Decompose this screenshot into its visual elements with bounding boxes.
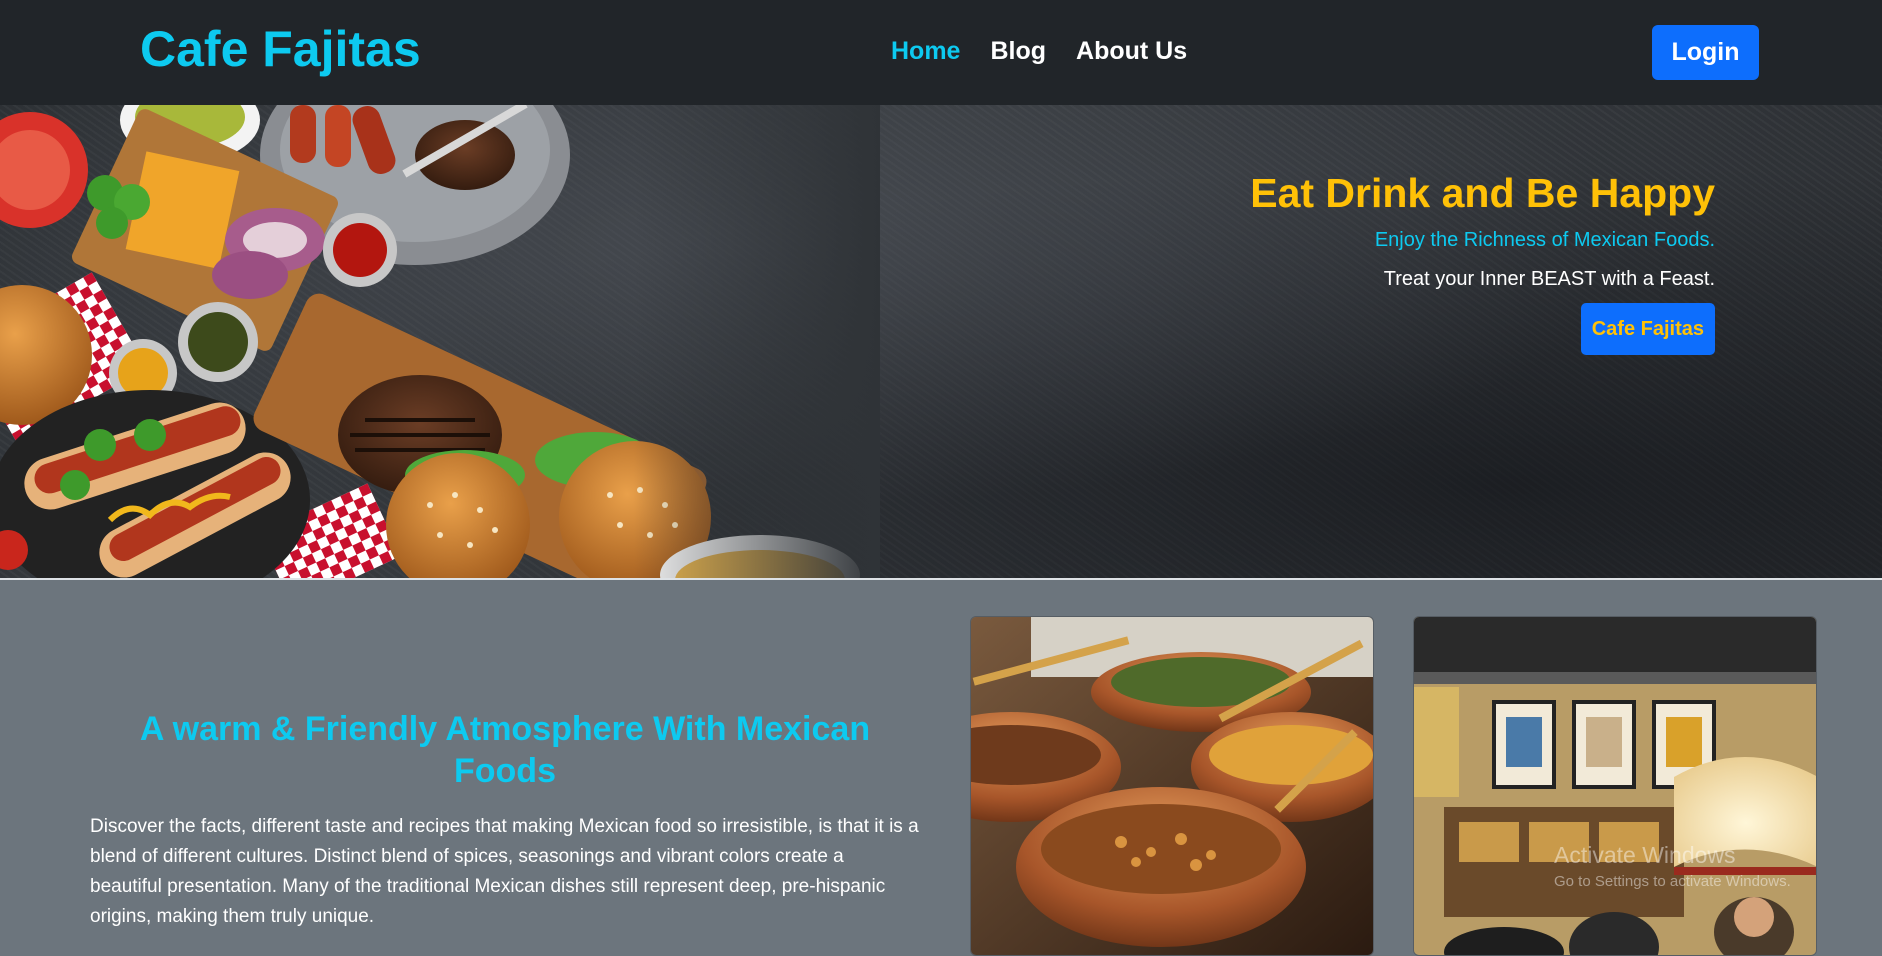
about-text: Discover the facts, different taste and … bbox=[90, 816, 919, 927]
brand-logo[interactable]: Cafe Fajitas bbox=[140, 20, 421, 78]
food-image-card bbox=[970, 616, 1374, 956]
hero-banner: Eat Drink and Be Happy Enjoy the Richnes… bbox=[0, 105, 1882, 580]
hero-tagline: Treat your Inner BEAST with a Feast. bbox=[1383, 268, 1715, 290]
login-button[interactable]: Login bbox=[1652, 25, 1759, 80]
hero-title: Eat Drink and Be Happy bbox=[1250, 170, 1715, 216]
nav-link-blog[interactable]: Blog bbox=[990, 37, 1046, 66]
nav-link-home[interactable]: Home bbox=[891, 37, 960, 66]
hero-food-image bbox=[0, 105, 880, 580]
activate-windows-watermark: Activate Windows Go to Settings to activ… bbox=[1554, 842, 1791, 890]
restaurant-image-card bbox=[1413, 616, 1817, 956]
hero-cafe-fajitas-button[interactable]: Cafe Fajitas bbox=[1580, 303, 1715, 355]
nav-link-about-us[interactable]: About Us bbox=[1076, 37, 1187, 66]
about-title: A warm & Friendly Atmosphere With Mexica… bbox=[139, 710, 871, 790]
restaurant-interior-image bbox=[1414, 617, 1816, 955]
watermark-subtitle: Go to Settings to activate Windows. bbox=[1554, 873, 1791, 890]
hero-subtitle: Enjoy the Richness of Mexican Foods. bbox=[1374, 229, 1715, 251]
nav-links: Home Blog About Us bbox=[891, 37, 1187, 66]
hero-caption: Eat Drink and Be Happy Enjoy the Richnes… bbox=[1250, 167, 1715, 355]
copper-pots-image bbox=[971, 617, 1373, 955]
navbar: Cafe Fajitas Home Blog About Us Login bbox=[0, 0, 1882, 105]
watermark-title: Activate Windows bbox=[1554, 842, 1736, 868]
